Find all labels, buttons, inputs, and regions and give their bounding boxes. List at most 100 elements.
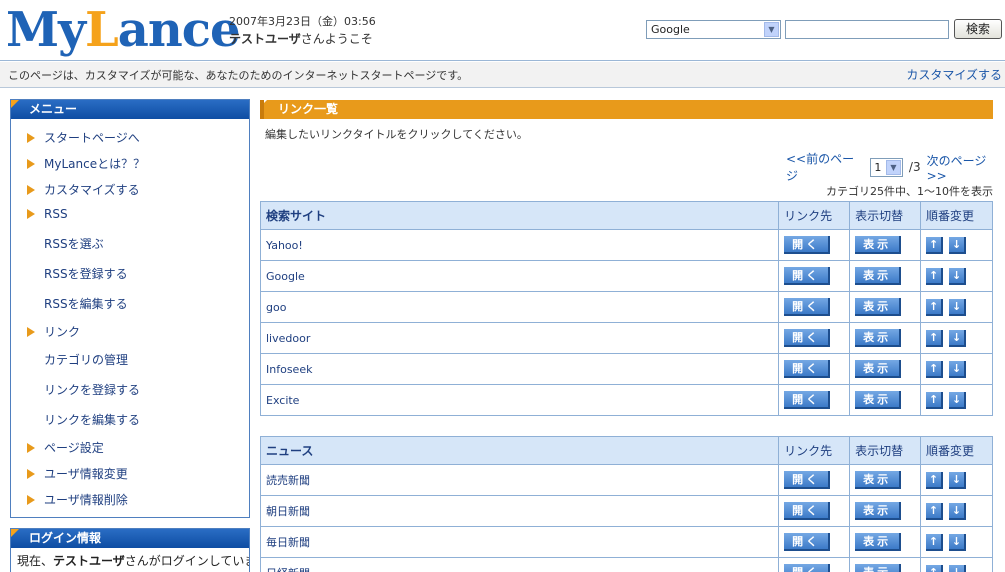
link-title[interactable]: 日経新聞 bbox=[259, 557, 780, 572]
arrow-down-icon[interactable]: ↓ bbox=[949, 298, 967, 316]
open-button[interactable]: 開く bbox=[784, 564, 831, 572]
sidebar-item-label: RSSを編集する bbox=[44, 297, 128, 311]
sidebar-item[interactable]: MyLanceとは？？ bbox=[27, 155, 145, 172]
page-select-value: 1 bbox=[874, 160, 882, 174]
table-row: Google 開く 表示 ↑ ↓ bbox=[259, 260, 993, 292]
toggle-column-header: 表示切替 bbox=[849, 201, 922, 230]
page-select[interactable]: 1 ▼ bbox=[870, 157, 903, 177]
show-button[interactable]: 表示 bbox=[855, 502, 902, 520]
welcome-suffix: さんようこそ bbox=[300, 32, 373, 46]
link-title[interactable]: goo bbox=[259, 291, 780, 323]
link-cell: 開く bbox=[778, 291, 851, 323]
sidebar-item[interactable]: リンクを編集する bbox=[44, 411, 140, 428]
show-button[interactable]: 表示 bbox=[855, 298, 902, 316]
link-title[interactable]: Excite bbox=[259, 384, 780, 416]
arrow-up-icon[interactable]: ↑ bbox=[926, 533, 944, 551]
sidebar-item[interactable]: ユーザ情報削除 bbox=[27, 491, 128, 508]
open-button[interactable]: 開く bbox=[784, 360, 831, 378]
search-input[interactable] bbox=[785, 20, 949, 39]
link-column-header: リンク先 bbox=[778, 201, 851, 230]
toggle-cell: 表示 bbox=[849, 291, 922, 323]
arrow-up-icon[interactable]: ↑ bbox=[926, 329, 944, 347]
sidebar-item-label: リンクを編集する bbox=[44, 413, 141, 427]
search-engine-select[interactable]: Google ▼ bbox=[646, 20, 781, 39]
arrow-up-icon[interactable]: ↑ bbox=[926, 267, 944, 285]
open-button[interactable]: 開く bbox=[784, 533, 831, 551]
arrow-down-icon[interactable]: ↓ bbox=[949, 564, 967, 572]
header: MyLance 2007年3月23日（金）03:56 テストユーザさんようこそ … bbox=[0, 0, 1005, 61]
arrow-up-icon[interactable]: ↑ bbox=[926, 564, 944, 572]
link-cell: 開く bbox=[778, 384, 851, 416]
customize-link[interactable]: カスタマイズする bbox=[906, 66, 1002, 83]
arrow-up-icon[interactable]: ↑ bbox=[926, 298, 944, 316]
mylance-logo[interactable]: MyLance bbox=[6, 2, 241, 58]
show-button[interactable]: 表示 bbox=[855, 564, 902, 572]
arrow-up-icon[interactable]: ↑ bbox=[926, 236, 944, 254]
link-title[interactable]: 毎日新聞 bbox=[259, 526, 780, 558]
open-button[interactable]: 開く bbox=[784, 298, 831, 316]
order-cell: ↑ ↓ bbox=[920, 229, 993, 261]
login-info-box: ログイン情報 現在、テストユーザさんがログインしていま bbox=[10, 528, 250, 572]
arrow-down-icon[interactable]: ↓ bbox=[949, 329, 967, 347]
link-title[interactable]: Google bbox=[259, 260, 780, 292]
link-cell: 開く bbox=[778, 260, 851, 292]
arrow-up-icon[interactable]: ↑ bbox=[926, 391, 944, 409]
link-title[interactable]: Infoseek bbox=[259, 353, 780, 385]
sidebar-item-label: ユーザ情報変更 bbox=[44, 467, 128, 481]
arrow-down-icon[interactable]: ↓ bbox=[949, 471, 967, 489]
show-button[interactable]: 表示 bbox=[855, 236, 902, 254]
arrow-up-icon[interactable]: ↑ bbox=[926, 360, 944, 378]
table-row: Excite 開く 表示 ↑ ↓ bbox=[259, 384, 993, 416]
toggle-cell: 表示 bbox=[849, 384, 922, 416]
link-title[interactable]: Yahoo! bbox=[259, 229, 780, 261]
sidebar-item[interactable]: リンク bbox=[27, 323, 80, 340]
category-header: 検索サイト bbox=[259, 201, 780, 230]
prev-page-link[interactable]: <<前のページ bbox=[786, 150, 864, 184]
table-row: goo 開く 表示 ↑ ↓ bbox=[259, 291, 993, 323]
table-row: 読売新聞 開く 表示 ↑ ↓ bbox=[259, 464, 993, 496]
sidebar-item[interactable]: RSSを登録する bbox=[44, 265, 128, 282]
sidebar-item[interactable]: カスタマイズする bbox=[27, 181, 140, 198]
toggle-cell: 表示 bbox=[849, 464, 922, 496]
link-cell: 開く bbox=[778, 229, 851, 261]
search-button[interactable]: 検索 bbox=[954, 19, 1002, 39]
show-button[interactable]: 表示 bbox=[855, 391, 902, 409]
link-cell: 開く bbox=[778, 322, 851, 354]
show-button[interactable]: 表示 bbox=[855, 360, 902, 378]
link-cell: 開く bbox=[778, 557, 851, 572]
show-button[interactable]: 表示 bbox=[855, 471, 902, 489]
show-button[interactable]: 表示 bbox=[855, 329, 902, 347]
arrow-up-icon[interactable]: ↑ bbox=[926, 502, 944, 520]
sidebar-item[interactable]: ページ設定 bbox=[27, 439, 104, 456]
open-button[interactable]: 開く bbox=[784, 502, 831, 520]
arrow-down-icon[interactable]: ↓ bbox=[949, 236, 967, 254]
next-page-link[interactable]: 次のページ>> bbox=[927, 152, 1005, 183]
link-title[interactable]: 朝日新聞 bbox=[259, 495, 780, 527]
show-button[interactable]: 表示 bbox=[855, 533, 902, 551]
sidebar-item[interactable]: RSSを編集する bbox=[44, 295, 128, 312]
sidebar-item[interactable]: ユーザ情報変更 bbox=[27, 465, 128, 482]
arrow-down-icon[interactable]: ↓ bbox=[949, 502, 967, 520]
sidebar-item[interactable]: RSSを選ぶ bbox=[44, 235, 104, 252]
arrow-down-icon[interactable]: ↓ bbox=[949, 533, 967, 551]
link-title[interactable]: livedoor bbox=[259, 322, 780, 354]
arrow-up-icon[interactable]: ↑ bbox=[926, 471, 944, 489]
open-button[interactable]: 開く bbox=[784, 329, 831, 347]
sidebar-item[interactable]: リンクを登録する bbox=[44, 381, 140, 398]
sidebar-item[interactable]: スタートページへ bbox=[27, 129, 140, 146]
table-row: 毎日新聞 開く 表示 ↑ ↓ bbox=[259, 526, 993, 558]
sidebar-item[interactable]: RSS bbox=[27, 207, 68, 221]
open-button[interactable]: 開く bbox=[784, 471, 831, 489]
arrow-down-icon[interactable]: ↓ bbox=[949, 391, 967, 409]
link-title[interactable]: 読売新聞 bbox=[259, 464, 780, 496]
open-button[interactable]: 開く bbox=[784, 267, 831, 285]
show-button[interactable]: 表示 bbox=[855, 267, 902, 285]
open-button[interactable]: 開く bbox=[784, 391, 831, 409]
order-cell: ↑ ↓ bbox=[920, 495, 993, 527]
welcome-message: テストユーザさんようこそ bbox=[229, 30, 373, 47]
open-button[interactable]: 開く bbox=[784, 236, 831, 254]
arrow-down-icon[interactable]: ↓ bbox=[949, 360, 967, 378]
table-header-row: 検索サイト リンク先 表示切替 順番変更 bbox=[259, 201, 993, 230]
sidebar-item[interactable]: カテゴリの管理 bbox=[44, 351, 128, 368]
arrow-down-icon[interactable]: ↓ bbox=[949, 267, 967, 285]
